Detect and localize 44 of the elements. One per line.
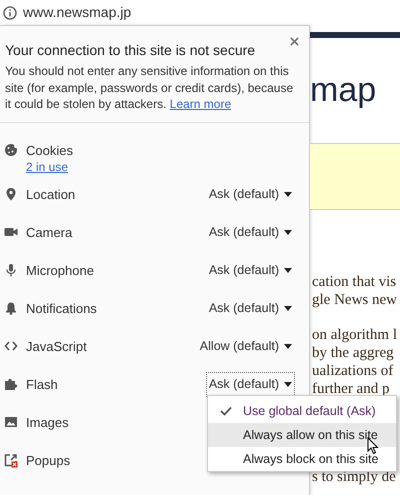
article-text-line: by the aggreg (312, 344, 394, 362)
security-title: Your connection to this site is not secure (5, 41, 256, 59)
permission-label: Popups (26, 452, 70, 469)
microphone-icon (4, 263, 18, 278)
caret-icon (284, 306, 292, 311)
menu-item[interactable]: Use global default (Ask) (208, 399, 396, 423)
permission-label: Flash (26, 376, 58, 393)
permission-dropdown[interactable]: Ask (default) (206, 182, 295, 207)
caret-icon (284, 344, 292, 349)
learn-more-link[interactable]: Learn more (170, 97, 232, 111)
menu-item[interactable]: Always allow on this site (208, 423, 396, 447)
popup-blocked-icon (4, 453, 18, 468)
article-text-line: ualizations of (312, 362, 394, 380)
caret-icon (284, 268, 292, 273)
permission-dropdown[interactable]: Ask (default) (206, 220, 295, 245)
bell-icon (4, 301, 18, 316)
permission-label: Camera (26, 224, 72, 241)
permission-dropdown[interactable]: Allow (default) (196, 334, 295, 359)
caret-icon (284, 382, 292, 387)
article-text-line: cation that vis (312, 273, 396, 291)
logo-text: map (310, 70, 376, 110)
permission-label: Notifications (26, 300, 97, 317)
caret-icon (284, 192, 292, 197)
article-text-line: gle News new (312, 291, 397, 309)
info-icon[interactable] (3, 6, 17, 20)
checkmark-icon (220, 406, 232, 416)
cookie-icon (4, 142, 18, 158)
permission-dropdown[interactable]: Ask (default) (206, 258, 295, 283)
caret-icon (284, 230, 292, 235)
url-text[interactable]: www.newsmap.jp (23, 2, 132, 23)
article-text-line: on algorithm l (312, 326, 397, 344)
image-icon (4, 415, 18, 430)
permission-label: Cookies (26, 142, 73, 158)
menu-item[interactable]: Always block on this site (208, 447, 396, 471)
permission-label: Images (26, 414, 69, 431)
close-icon (290, 36, 298, 46)
permission-label: Microphone (26, 262, 94, 279)
cookies-in-use-link[interactable]: 2 in use (26, 158, 68, 174)
permission-dropdown[interactable]: Ask (default) (206, 296, 295, 321)
permission-label: Location (26, 186, 76, 203)
permission-label: JavaScript (26, 338, 87, 355)
puzzle-piece-icon (4, 377, 18, 392)
security-message: You should not enter any sensitive information on this site (for example, passwords or credit cards), because it could be stolen by attackers. Learn more (5, 63, 294, 112)
location-pin-icon (4, 187, 18, 202)
